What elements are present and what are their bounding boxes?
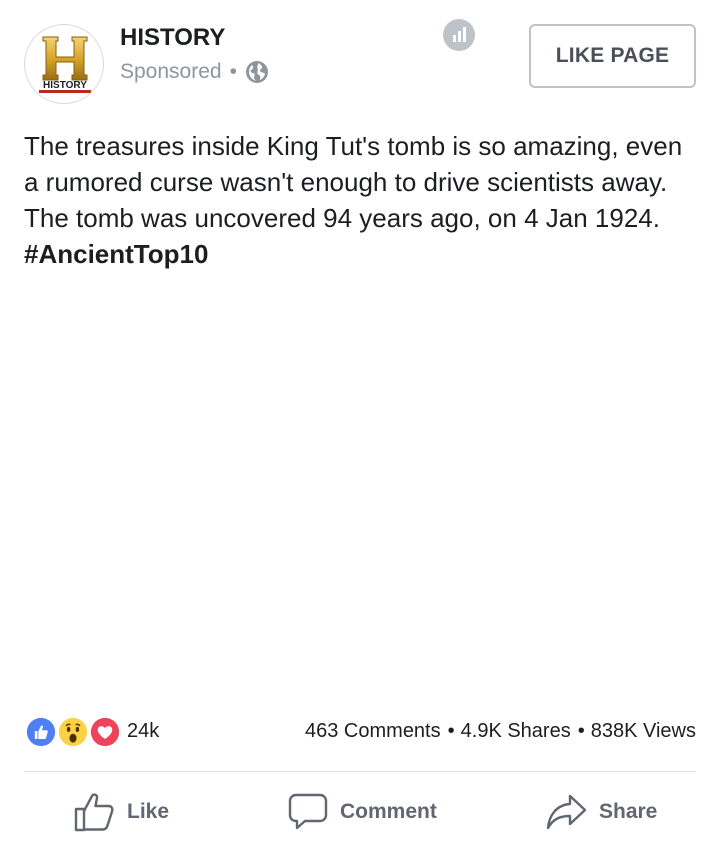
post-media-area[interactable] [0,285,720,695]
page-name[interactable]: HISTORY [120,24,225,52]
shares-count[interactable]: 4.9K Shares [461,720,571,742]
sponsored-label[interactable]: Sponsored [120,60,222,84]
post-header: HISTORY HISTORY Sponsored • LIKE PAGE [0,0,720,110]
engagement-counts: 463 Comments • 4.9K Shares • 838K Views [305,720,696,743]
page-avatar[interactable]: HISTORY [24,24,104,104]
like-page-button[interactable]: LIKE PAGE [529,24,696,88]
love-reaction-icon [88,715,122,749]
views-count: 838K Views [590,720,696,742]
comment-button[interactable]: Comment [288,790,437,834]
insights-icon[interactable] [443,19,475,51]
share-button[interactable]: Share [546,790,657,834]
thumbs-up-icon [74,793,114,832]
globe-icon [245,61,268,83]
hashtag-link[interactable]: #AncientTop10 [24,239,208,269]
post-text: The treasures inside King Tut's tomb is … [24,128,694,272]
action-bar: Like Comment Share [0,772,720,853]
like-label: Like [127,800,170,823]
comment-label: Comment [340,800,437,823]
separator-dot: • [577,720,585,742]
comments-count[interactable]: 463 Comments [305,720,441,742]
separator-dot: • [229,60,237,83]
separator-dot: • [447,720,455,742]
reaction-icons[interactable] [24,715,124,749]
like-button[interactable]: Like [74,790,169,834]
reaction-count[interactable]: 24k [127,720,159,743]
like-reaction-icon [24,715,58,749]
share-label: Share [599,800,658,823]
comment-icon [288,793,328,830]
wow-reaction-icon [56,715,90,749]
history-logo-icon: HISTORY [39,36,91,93]
logo-text: HISTORY [43,80,87,91]
share-icon [546,794,587,830]
post-text-body: The treasures inside King Tut's tomb is … [24,131,683,233]
sponsored-row: Sponsored • [120,60,269,84]
engagement-stats: 24k 463 Comments • 4.9K Shares • 838K Views [24,712,696,752]
